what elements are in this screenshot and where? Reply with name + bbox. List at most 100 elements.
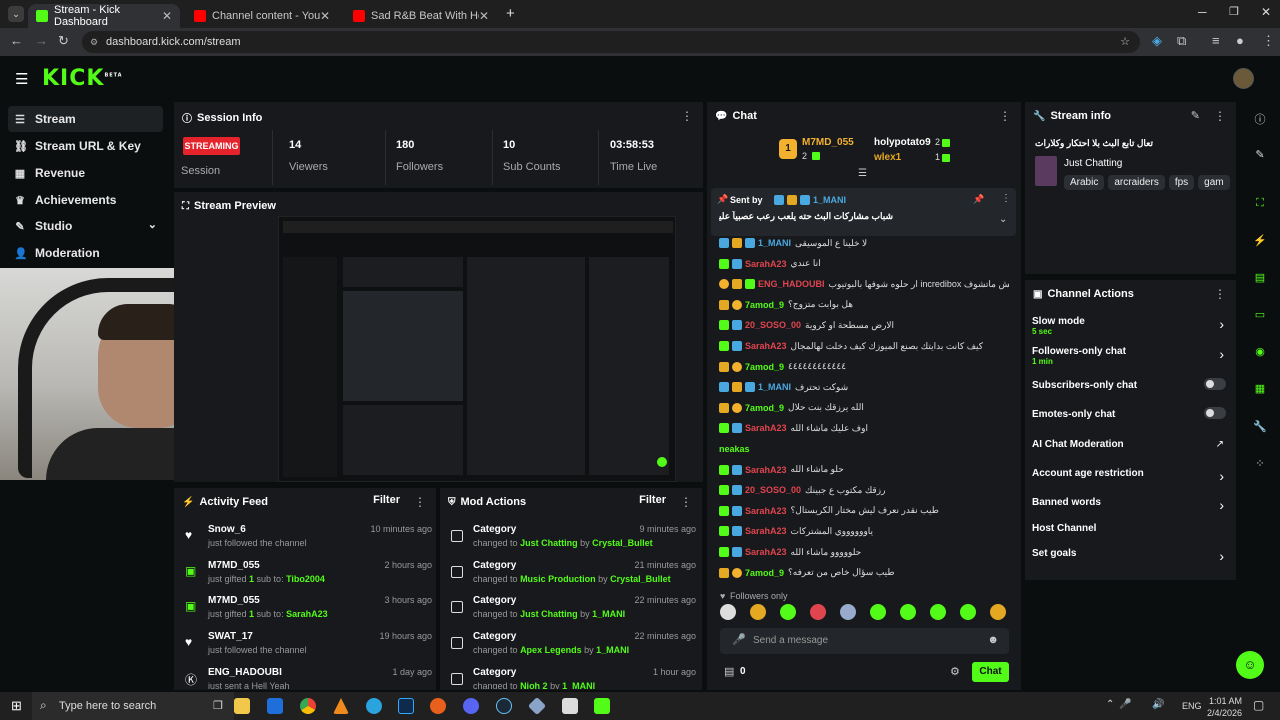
chat-message[interactable]: SarahA23 ياووووووي المشتركات: [719, 523, 1009, 539]
chat-message[interactable]: 1_MANI شوكت تحترف: [719, 379, 1009, 395]
tag-chip[interactable]: fps: [1168, 175, 1195, 190]
chat-username[interactable]: ENG_HADOUBI: [758, 279, 825, 289]
chat-username[interactable]: 1_MANI: [758, 382, 791, 392]
activity-filter-button[interactable]: Filter: [373, 494, 400, 506]
emoji-icon[interactable]: ☻: [987, 634, 999, 646]
chat-message[interactable]: 20_SOSO_00 الارض مسطحة او كروية: [719, 317, 1009, 333]
ai-moderation-row[interactable]: AI Chat Moderation ↗: [1032, 439, 1228, 450]
kick-logo[interactable]: KICKBETA: [42, 66, 123, 91]
puzzle-icon[interactable]: ⧉: [1177, 33, 1186, 49]
grid-icon[interactable]: ⁘: [1252, 457, 1268, 473]
chat-message[interactable]: SarahA23 طيب نقدر نعرف ليش مختار الكريستا…: [719, 503, 1009, 519]
users-icon[interactable]: ▦: [1252, 382, 1268, 398]
restore-icon[interactable]: ❐: [1229, 5, 1239, 18]
tab-youtube-studio[interactable]: Channel content - YouTube Stu ✕: [186, 4, 338, 28]
app-icon[interactable]: [267, 698, 283, 714]
file-explorer-icon[interactable]: [234, 698, 250, 714]
chat-username[interactable]: neakas: [719, 444, 750, 454]
chat-message[interactable]: SarahA23 انا عندي: [719, 256, 1009, 272]
tag-chip[interactable]: gam: [1198, 175, 1230, 190]
app-icon[interactable]: [430, 698, 446, 714]
forward-icon[interactable]: →: [35, 33, 48, 48]
clock-date[interactable]: 2/4/2026: [1207, 708, 1242, 718]
chat-username[interactable]: 7amod_9: [745, 568, 784, 578]
profile-icon[interactable]: ●: [1236, 33, 1244, 48]
kick-app-icon[interactable]: [594, 698, 610, 714]
emotes-only-toggle[interactable]: [1204, 407, 1226, 419]
subscribers-only-toggle[interactable]: [1204, 378, 1226, 390]
tab-youtube-beat[interactable]: Sad R&B Beat With Hook - Bea ✕: [345, 4, 497, 28]
info-icon[interactable]: ⓘ: [1252, 111, 1268, 127]
clock-time[interactable]: 1:01 AM: [1209, 696, 1242, 706]
tab-search-icon[interactable]: ⌄: [8, 6, 24, 22]
broadcast-icon[interactable]: ◉: [1252, 345, 1268, 361]
extension-icon[interactable]: ◈: [1152, 33, 1162, 49]
followers-only-row[interactable]: Followers-only chat 1 min ›: [1032, 346, 1228, 366]
chat-username[interactable]: SarahA23: [745, 423, 787, 433]
preview-icon[interactable]: ⛶: [1252, 197, 1268, 213]
tag-chip[interactable]: arcraiders: [1108, 175, 1165, 190]
mic-icon[interactable]: 🎤: [1119, 699, 1131, 710]
pinned-message[interactable]: 📌 Sent by 1_MANI 📌 ⋮ شباب مشاركات البث ح…: [711, 188, 1016, 236]
chevron-down-icon[interactable]: ⌄: [999, 214, 1007, 225]
set-goals-row[interactable]: Set goals ›: [1032, 548, 1228, 564]
account-age-row[interactable]: Account age restriction ›: [1032, 468, 1228, 484]
stream-preview-video[interactable]: [278, 216, 676, 482]
mod-filter-button[interactable]: Filter: [639, 494, 666, 506]
more-options-icon[interactable]: ⋮: [1001, 193, 1011, 204]
more-options-icon[interactable]: ⋮: [1214, 109, 1226, 123]
user-avatar[interactable]: [1233, 68, 1254, 89]
chevron-down-icon[interactable]: ⌄: [148, 218, 157, 231]
edit-icon[interactable]: ✎: [1252, 148, 1268, 164]
slow-mode-row[interactable]: Slow mode 5 sec ›: [1032, 316, 1228, 336]
edit-icon[interactable]: ✎: [1191, 109, 1200, 122]
minimize-icon[interactable]: ─: [1198, 5, 1207, 19]
chat-username[interactable]: 1_MANI: [758, 238, 791, 248]
chat-message[interactable]: SarahA23 حلو ماشاء الله: [719, 462, 1009, 478]
url-input[interactable]: ⚙ dashboard.kick.com/stream ☆: [82, 31, 1140, 53]
sidebar-item-stream[interactable]: ☰ Stream: [8, 106, 163, 132]
notification-icon[interactable]: ▢: [1253, 698, 1264, 712]
steam-icon[interactable]: [496, 698, 512, 714]
help-button[interactable]: ☺: [1236, 651, 1264, 679]
back-icon[interactable]: ←: [10, 33, 23, 48]
banned-words-row[interactable]: Banned words ›: [1032, 497, 1228, 513]
taskbar-search-input[interactable]: ⌕ Type here to search: [32, 692, 234, 720]
language-indicator[interactable]: ENG: [1182, 701, 1202, 711]
system-tray-chevron-icon[interactable]: ⌃: [1106, 699, 1114, 710]
chat-message[interactable]: 20_SOSO_00 رزقك مكتوب ع جبينك: [719, 482, 1009, 498]
chat-username[interactable]: SarahA23: [745, 526, 787, 536]
photoshop-icon[interactable]: [398, 698, 414, 714]
windows-start-icon[interactable]: ⊞: [11, 698, 22, 714]
chat-username[interactable]: 20_SOSO_00: [745, 485, 801, 495]
sidebar-item-achievements[interactable]: ♛ Achievements: [8, 187, 163, 213]
more-options-icon[interactable]: ⋮: [999, 109, 1011, 123]
chat-icon[interactable]: ▭: [1252, 308, 1268, 324]
chat-message[interactable]: 7amod_9 ٤٤٤٤٤٤٤٤٤٤٤٤: [719, 359, 1009, 375]
host-channel-row[interactable]: Host Channel: [1032, 523, 1228, 534]
speaker-icon[interactable]: 🔊: [1152, 699, 1164, 710]
chat-message[interactable]: 7amod_9 طيب سؤال خاص من تعرفه؟: [719, 565, 1009, 581]
chat-message[interactable]: SarahA23 اوف عليك ماشاء الله: [719, 420, 1009, 436]
chat-username[interactable]: SarahA23: [745, 259, 787, 269]
wrench-icon[interactable]: 🔧: [1252, 420, 1268, 436]
more-options-icon[interactable]: ⋮: [414, 495, 426, 509]
chat-settings-icon[interactable]: ⚙: [950, 665, 960, 678]
task-view-icon[interactable]: ❐: [213, 699, 223, 712]
mic-icon[interactable]: 🎤: [732, 633, 746, 646]
more-options-icon[interactable]: ⋮: [1214, 287, 1226, 301]
chat-message[interactable]: 7amod_9 الله يرزقك بنت حلال: [719, 400, 1009, 416]
more-options-icon[interactable]: ⋮: [680, 495, 692, 509]
close-window-icon[interactable]: ✕: [1261, 5, 1271, 19]
drag-handle-icon[interactable]: ☰: [858, 168, 867, 179]
pin-toggle-icon[interactable]: 📌: [973, 194, 984, 205]
sidebar-item-moderation[interactable]: 👤 Moderation: [8, 240, 163, 266]
bookmark-star-icon[interactable]: ☆: [1120, 31, 1130, 53]
chat-message[interactable]: ENG_HADOUBI ار حلوه شوفها بالبوتيوب incre…: [719, 276, 1009, 292]
chat-username[interactable]: SarahA23: [745, 547, 787, 557]
site-info-icon[interactable]: ⚙: [90, 31, 98, 53]
chat-message[interactable]: 1_MANI لا خلينا ع الموسيقى: [719, 235, 1009, 251]
media-control-icon[interactable]: ≡: [1212, 33, 1220, 48]
chat-username[interactable]: 7amod_9: [745, 300, 784, 310]
chat-send-button[interactable]: Chat: [972, 662, 1009, 682]
